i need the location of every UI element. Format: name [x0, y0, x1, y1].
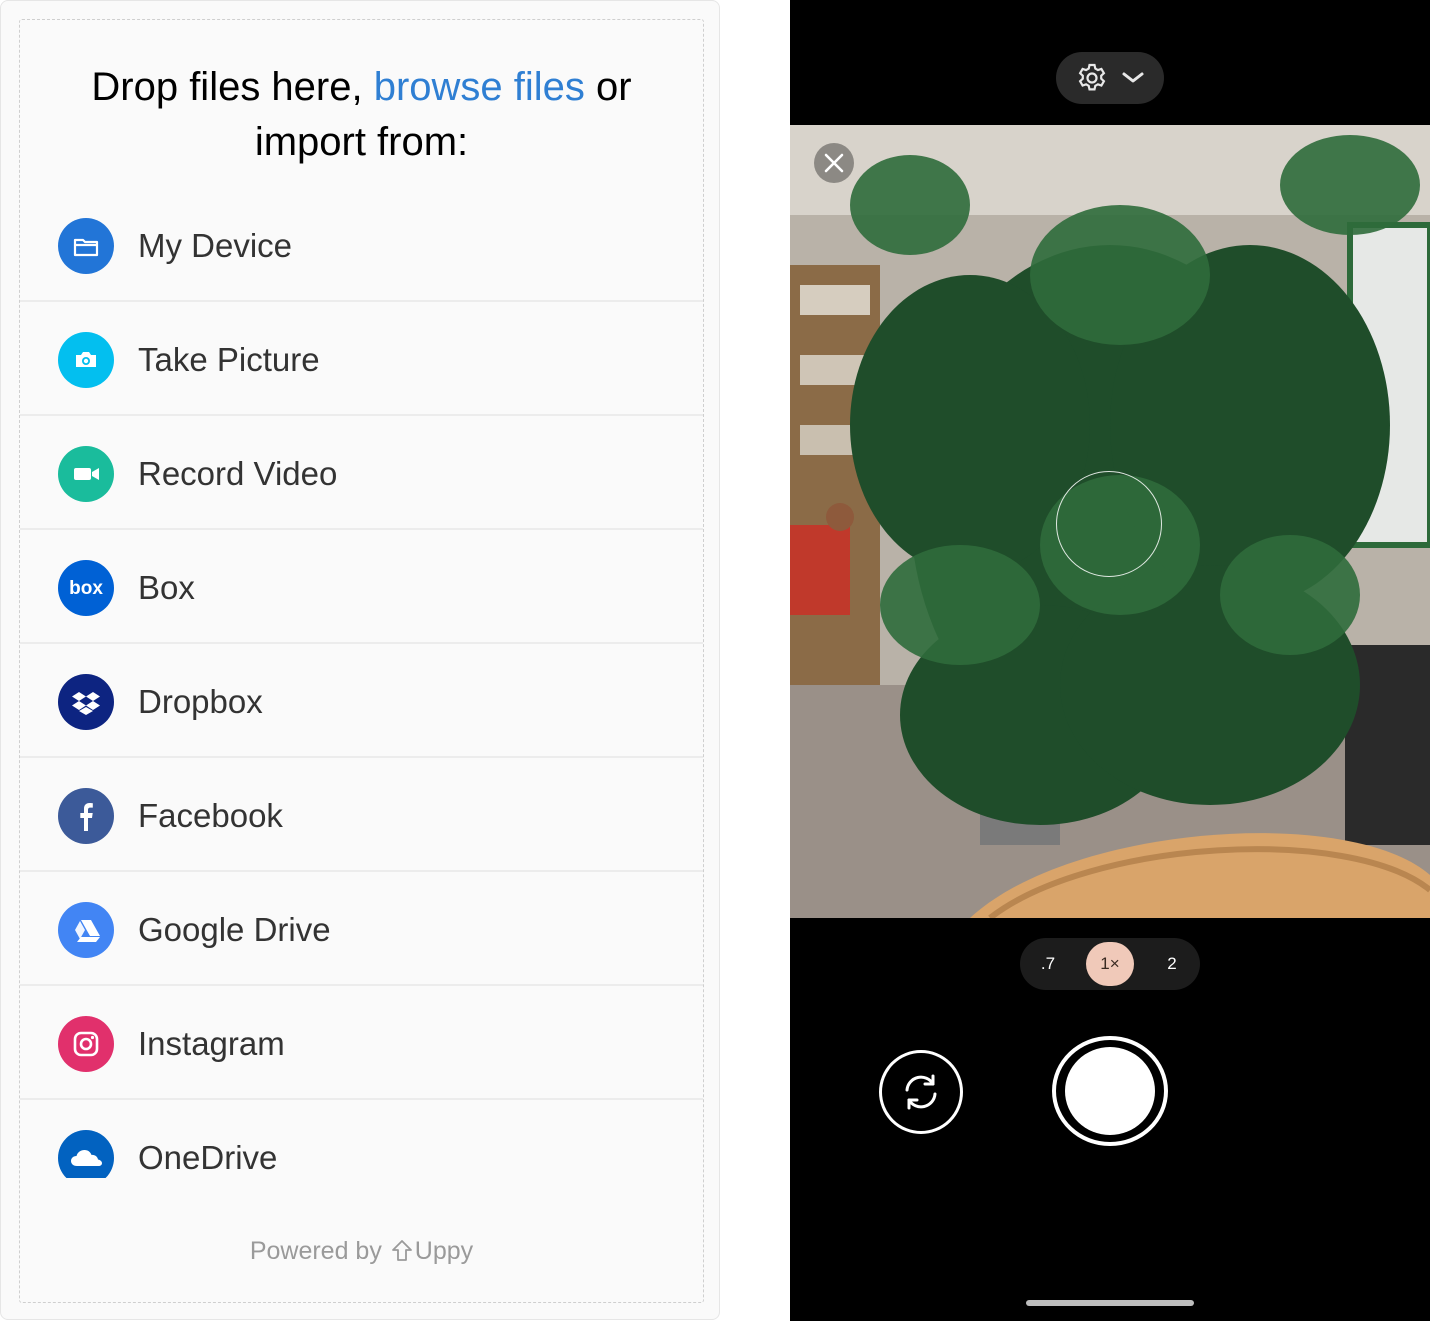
- shutter-inner: [1065, 1047, 1155, 1135]
- provider-label: Dropbox: [138, 683, 263, 720]
- camera-icon: [58, 332, 114, 388]
- provider-onedrive[interactable]: OneDrive: [20, 1100, 703, 1178]
- camera-settings-pill[interactable]: [1056, 52, 1164, 104]
- folder-icon: [58, 218, 114, 274]
- drop-zone[interactable]: Drop files here, browse files or import …: [19, 19, 704, 1303]
- onedrive-logo-icon: [58, 1130, 114, 1178]
- provider-label: OneDrive: [138, 1139, 278, 1176]
- switch-camera-button[interactable]: [879, 1050, 963, 1134]
- provider-label: Box: [138, 569, 195, 606]
- provider-my-device[interactable]: My Device: [20, 188, 703, 302]
- provider-label: Take Picture: [138, 341, 320, 378]
- settings-gear-icon[interactable]: [1075, 61, 1109, 95]
- chevron-down-icon[interactable]: [1121, 71, 1145, 85]
- close-camera-button[interactable]: [814, 143, 854, 183]
- browse-files-link[interactable]: browse files: [374, 65, 585, 109]
- close-icon: [824, 153, 844, 173]
- provider-label: Record Video: [138, 455, 338, 492]
- uppy-dashboard: Drop files here, browse files or import …: [0, 0, 720, 1320]
- provider-instagram[interactable]: Instagram: [20, 986, 703, 1100]
- provider-label: My Device: [138, 227, 293, 264]
- provider-record-video[interactable]: Record Video: [20, 416, 703, 530]
- provider-label: Instagram: [138, 1025, 285, 1062]
- provider-label: Google Drive: [138, 911, 331, 948]
- provider-list: My Device Take Picture Record Video box …: [20, 188, 703, 1178]
- camera-viewfinder[interactable]: [790, 125, 1430, 918]
- facebook-logo-icon: [58, 788, 114, 844]
- focus-ring: [1056, 471, 1162, 577]
- provider-label: Facebook: [138, 797, 283, 834]
- zoom-option-2x[interactable]: 2: [1148, 942, 1196, 986]
- zoom-option-1x[interactable]: 1×: [1086, 942, 1134, 986]
- svg-text:box: box: [69, 578, 103, 599]
- screenshot-stage: Drop files here, browse files or import …: [0, 0, 1430, 1321]
- provider-google-drive[interactable]: Google Drive: [20, 872, 703, 986]
- provider-box[interactable]: box Box: [20, 530, 703, 644]
- shutter-button[interactable]: [1052, 1036, 1168, 1146]
- provider-dropbox[interactable]: Dropbox: [20, 644, 703, 758]
- camera-app: .7 1× 2: [790, 0, 1430, 1321]
- zoom-selector: .7 1× 2: [1020, 938, 1200, 990]
- zoom-option-0.7[interactable]: .7: [1024, 942, 1072, 986]
- provider-facebook[interactable]: Facebook: [20, 758, 703, 872]
- box-logo-icon: box: [58, 560, 114, 616]
- title-text-1: Drop files here,: [91, 65, 374, 109]
- google-drive-logo-icon: [58, 902, 114, 958]
- switch-camera-icon: [905, 1074, 937, 1110]
- uppy-logo-icon: [391, 1240, 412, 1261]
- drop-zone-title: Drop files here, browse files or import …: [20, 60, 703, 170]
- dropbox-logo-icon: [58, 674, 114, 730]
- instagram-logo-icon: [58, 1016, 114, 1072]
- video-camera-icon: [58, 446, 114, 502]
- home-indicator[interactable]: [1026, 1300, 1194, 1306]
- powered-by: Powered by Uppy: [20, 1237, 703, 1266]
- uppy-brand[interactable]: Uppy: [415, 1237, 473, 1265]
- provider-take-picture[interactable]: Take Picture: [20, 302, 703, 416]
- powered-by-text: Powered by: [249, 1237, 382, 1265]
